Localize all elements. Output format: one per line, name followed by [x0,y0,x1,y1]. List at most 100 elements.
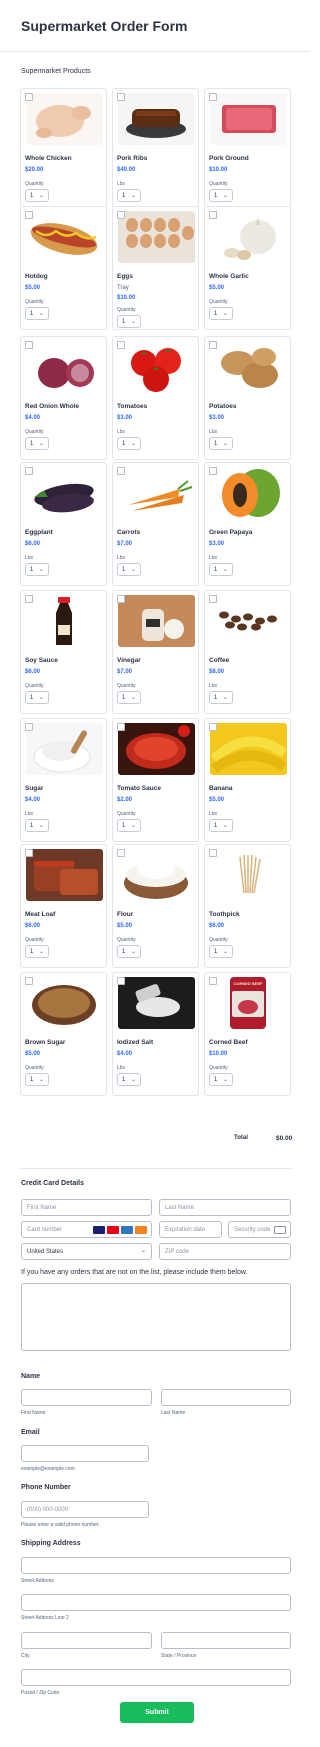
cc-first-name-input[interactable]: First Name [21,1199,152,1216]
product-checkbox[interactable] [209,211,217,219]
quantity-select[interactable]: 1 ⌄ [117,437,141,450]
quantity-select[interactable]: 1 ⌄ [209,437,233,450]
product-card[interactable]: Pork Ground $10.00 Quantity 1 ⌄ [204,88,291,208]
quantity-select[interactable]: 1 ⌄ [25,307,49,320]
quantity-select[interactable]: 1 ⌄ [25,189,49,202]
quantity-select[interactable]: 1 ⌄ [117,1073,141,1086]
product-checkbox[interactable] [25,467,33,475]
expiration-date-input[interactable]: Expiration date [159,1221,222,1238]
product-card[interactable]: Hotdog $5.00 Quantity 1 ⌄ [20,206,107,330]
product-checkbox[interactable] [209,723,217,731]
product-card[interactable]: Iodized Salt $4.00 Lbs 1 ⌄ [112,972,199,1096]
product-checkbox[interactable] [209,467,217,475]
quantity-select[interactable]: 1 ⌄ [25,945,49,958]
quantity-select[interactable]: 1 ⌄ [209,819,233,832]
product-card[interactable]: Vinegar $7.00 Quantity 1 ⌄ [112,590,199,714]
postal-code-input[interactable] [21,1669,291,1686]
other-orders-textarea[interactable] [21,1283,291,1351]
quantity-value: 1 [122,567,126,573]
product-checkbox[interactable] [25,723,33,731]
quantity-value: 1 [122,949,126,955]
product-checkbox[interactable] [209,977,217,985]
product-card[interactable]: Flour $5.00 Quantity 1 ⌄ [112,844,199,968]
quantity-select[interactable]: 1 ⌄ [25,691,49,704]
product-card[interactable]: Potatoes $3.00 Lbs 1 ⌄ [204,336,291,460]
product-card[interactable]: Toothpick $6.00 Quantity 1 ⌄ [204,844,291,968]
quantity-select[interactable]: 1 ⌄ [209,189,233,202]
product-checkbox[interactable] [209,595,217,603]
product-checkbox[interactable] [25,595,33,603]
product-card[interactable]: Red Onion Whole $4.00 Quantity 1 ⌄ [20,336,107,460]
quantity-select[interactable]: 1 ⌄ [209,1073,233,1086]
product-checkbox[interactable] [117,467,125,475]
product-checkbox[interactable] [117,977,125,985]
product-card[interactable]: Soy Sauce $6.00 Quantity 1 ⌄ [20,590,107,714]
last-name-input[interactable] [161,1389,291,1406]
product-card[interactable]: Eggs Tray $10.00 Quantity 1 ⌄ [112,206,199,330]
product-card[interactable]: Eggplant $6.00 Lbs 1 ⌄ [20,462,107,586]
cc-last-name-input[interactable]: Last Name [159,1199,291,1216]
quantity-select[interactable]: 1 ⌄ [25,1073,49,1086]
street-address-input[interactable] [21,1557,291,1574]
street-address-2-input[interactable] [21,1594,291,1611]
product-checkbox[interactable] [209,341,217,349]
card-number-input[interactable]: Card number [21,1221,152,1238]
product-card[interactable]: Carrots $7.00 Lbs 1 ⌄ [112,462,199,586]
product-checkbox[interactable] [25,211,33,219]
product-checkbox[interactable] [117,595,125,603]
product-checkbox[interactable] [117,341,125,349]
product-checkbox[interactable] [117,211,125,219]
product-card[interactable]: Coffee $8.00 Lbs 1 ⌄ [204,590,291,714]
quantity-select[interactable]: 1 ⌄ [25,437,49,450]
product-checkbox[interactable] [25,93,33,101]
quantity-select[interactable]: 1 ⌄ [209,563,233,576]
product-checkbox[interactable] [117,93,125,101]
product-card[interactable]: Sugar $4.00 Lbs 1 ⌄ [20,718,107,842]
product-checkbox[interactable] [117,849,125,857]
product-card[interactable]: Tomatoes $3.00 Lbs 1 ⌄ [112,336,199,460]
quantity-select[interactable]: 1 ⌄ [209,945,233,958]
quantity-label: Quantity [209,937,228,943]
quantity-label: Lbs [25,811,34,817]
quantity-select[interactable]: 1 ⌄ [25,819,49,832]
product-card[interactable]: Brown Sugar $5.00 Quantity 1 ⌄ [20,972,107,1096]
chevron-down-icon: ⌄ [222,193,228,199]
quantity-select[interactable]: 1 ⌄ [25,563,49,576]
product-checkbox[interactable] [25,341,33,349]
product-card[interactable]: Whole Chicken $20.00 Quantity 1 ⌄ [20,88,107,208]
quantity-select[interactable]: 1 ⌄ [117,945,141,958]
quantity-select[interactable]: 1 ⌄ [209,691,233,704]
security-code-input[interactable]: Security code [228,1221,291,1238]
state-input[interactable] [161,1632,291,1649]
zip-code-input[interactable]: ZIP code [159,1243,291,1260]
submit-button[interactable]: Submit [120,1702,194,1723]
country-select[interactable]: United States ⌄ [21,1243,152,1260]
product-card[interactable]: Green Papaya $3.00 Lbs 1 ⌄ [204,462,291,586]
phone-input[interactable]: (000) 000-0000 [21,1501,149,1518]
product-checkbox[interactable] [117,723,125,731]
quantity-select[interactable]: 1 ⌄ [117,315,141,328]
quantity-select[interactable]: 1 ⌄ [209,307,233,320]
product-card[interactable]: Meat Loaf $6.00 Quantity 1 ⌄ [20,844,107,968]
city-input[interactable] [21,1632,152,1649]
product-price: $10.00 [209,167,228,173]
product-image [210,595,287,647]
product-checkbox[interactable] [209,849,217,857]
first-name-input[interactable] [21,1389,152,1406]
product-card[interactable]: Tomato Sauce $2.00 Quantity 1 ⌄ [112,718,199,842]
email-input[interactable] [21,1445,149,1462]
product-price: $6.00 [25,923,41,929]
quantity-value: 1 [214,823,218,829]
product-name: Pork Ribs [117,155,148,162]
product-checkbox[interactable] [25,977,33,985]
product-card[interactable]: CORNED BEEF Corned Beef $10.00 Quantity 1 ⌄ [204,972,291,1096]
product-checkbox[interactable] [25,849,33,857]
quantity-select[interactable]: 1 ⌄ [117,691,141,704]
quantity-select[interactable]: 1 ⌄ [117,563,141,576]
product-checkbox[interactable] [209,93,217,101]
product-card[interactable]: Pork Ribs $40.00 Lbs 1 ⌄ [112,88,199,208]
product-card[interactable]: Banana $5.00 Lbs 1 ⌄ [204,718,291,842]
quantity-select[interactable]: 1 ⌄ [117,819,141,832]
product-card[interactable]: Whole Garlic $5.00 Quantity 1 ⌄ [204,206,291,330]
quantity-select[interactable]: 1 ⌄ [117,189,141,202]
